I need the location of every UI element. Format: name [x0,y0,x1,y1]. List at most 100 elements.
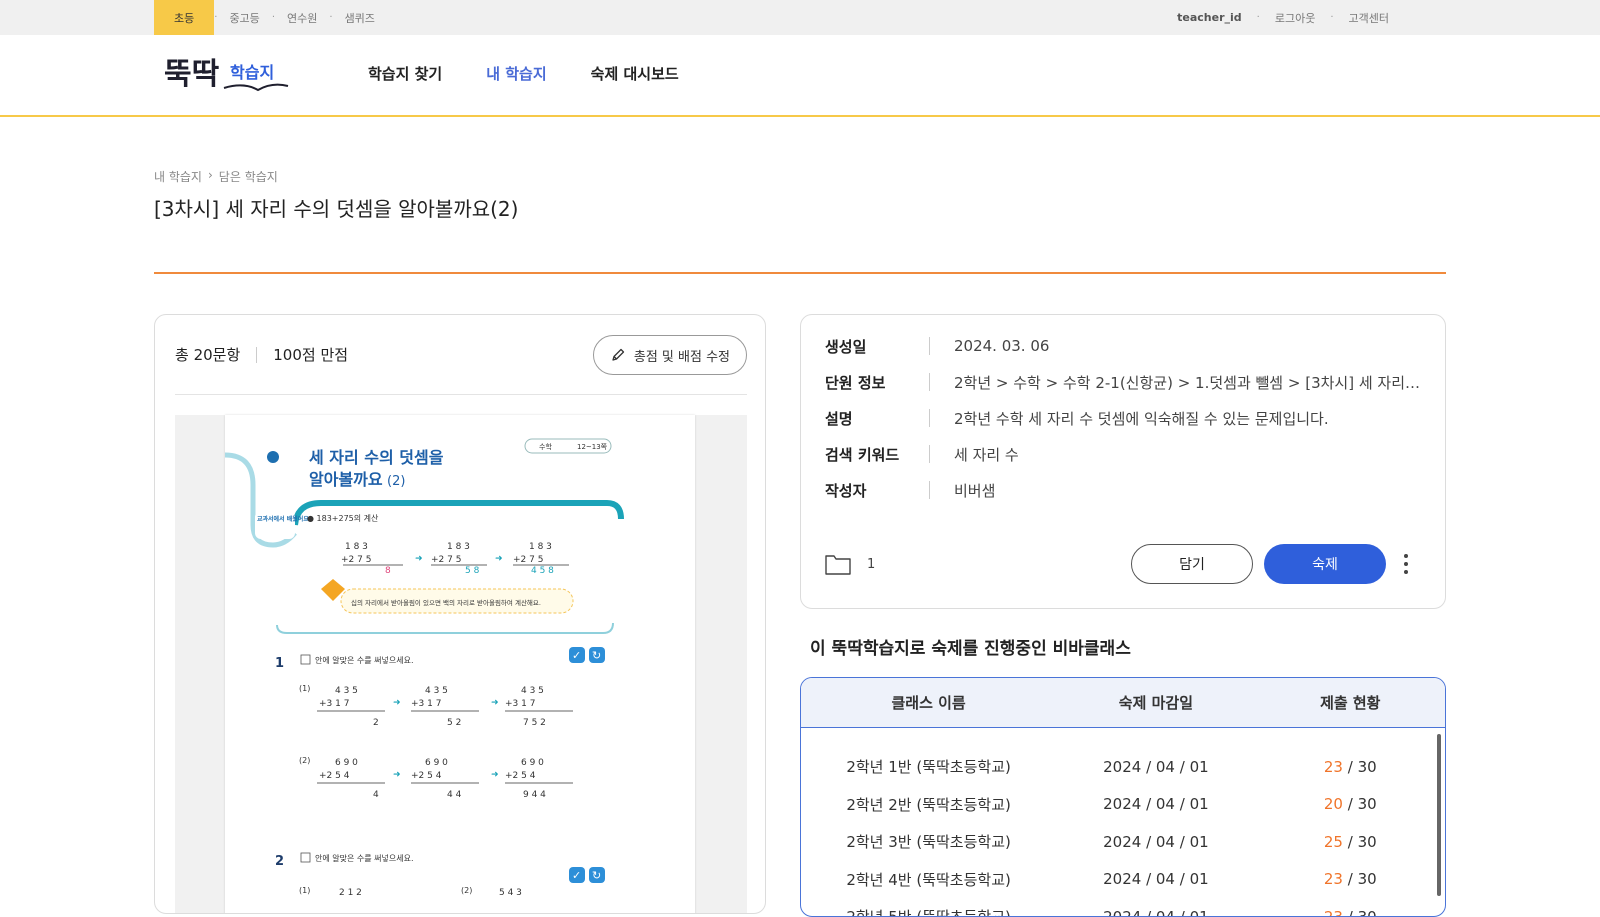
header-submission: 제출 현황 [1320,694,1381,712]
svg-text:(1): (1) [299,684,310,693]
svg-text:2: 2 [373,718,379,728]
worksheet-info-card: 생성일 2024. 03. 06 단원 정보 2학년 > 수학 > 수학 2-1… [800,314,1446,609]
svg-text:안에 알맞은 수를 써넣으세요.: 안에 알맞은 수를 써넣으세요. [315,655,414,665]
svg-text:7 5 2: 7 5 2 [523,718,546,728]
submission-status: 23 / 30 [1323,907,1377,917]
nav-homework-dashboard[interactable]: 숙제 대시보드 [591,63,679,84]
main-header: 뚝딱 학습지 학습지 찾기 내 학습지 숙제 대시보드 [0,35,1600,117]
edit-score-button[interactable]: 총점 및 배점 수정 [592,335,747,375]
svg-text:2: 2 [275,854,284,869]
svg-text:학습지: 학습지 [230,63,274,82]
svg-text:9 4 4: 9 4 4 [523,790,546,800]
folder-icon [825,555,851,575]
svg-text:4 3 5: 4 3 5 [521,686,544,696]
table-row[interactable]: 2학년 4반 (뚝딱초등학교) 2024 / 04 / 01 23 / 30 [801,861,1445,899]
pencil-icon [612,348,625,361]
classes-section-title: 이 뚝딱학습지로 숙제를 진행중인 비바클래스 [810,639,1131,659]
svg-text:6 9 0: 6 9 0 [425,758,448,768]
folder-count[interactable]: 1 [825,553,875,575]
table-row[interactable]: 2학년 2반 (뚝딱초등학교) 2024 / 04 / 01 20 / 30 [801,786,1445,824]
level-tabs: 초등 · 중고등 · 연수원 · 샘퀴즈 [154,0,387,35]
submission-status: 23 / 30 [1323,757,1377,776]
svg-text:+2 5 4: +2 5 4 [319,771,350,781]
level-tab-quiz[interactable]: 샘퀴즈 [333,0,387,35]
info-row-unit: 단원 정보 2학년 > 수학 > 수학 2-1(신항균) > 1.덧셈과 뺄셈 … [825,373,1424,392]
svg-text:십의 자리에서 받아올림이 있으면 백의 자리로 받아올림하: 십의 자리에서 받아올림이 있으면 백의 자리로 받아올림하여 계산해요. [351,598,541,607]
class-name: 2학년 4반 (뚝딱초등학교) [846,870,1011,889]
info-row-created: 생성일 2024. 03. 06 [825,337,1050,356]
svg-text:➜: ➜ [393,770,401,780]
submission-status: 23 / 30 [1323,870,1377,889]
svg-text:+2 5 4: +2 5 4 [411,771,442,781]
table-row[interactable]: 2학년 5반 (뚝딱초등학교) 2024 / 04 / 01 23 / 30 [801,898,1445,917]
svg-text:4 5 8: 4 5 8 [531,566,554,576]
class-name: 2학년 2반 (뚝딱초등학교) [846,795,1011,814]
svg-text:4 4: 4 4 [447,790,462,800]
class-name: 2학년 1반 (뚝딱초등학교) [846,758,1011,777]
logo-mark: 뚝딱 학습지 [164,57,289,92]
user-links: teacher_id · 로그아웃 · 고객센터 [1162,0,1404,35]
due-date: 2024 / 04 / 01 [1103,907,1209,917]
folder-count-value: 1 [867,556,876,572]
save-button[interactable]: 담기 [1131,544,1253,584]
svg-text:+3 1 7: +3 1 7 [319,699,349,709]
submission-status: 20 / 30 [1323,795,1377,814]
breadcrumb: 내 학습지 › 담은 학습지 [154,168,278,185]
svg-text:12~13쪽: 12~13쪽 [577,443,608,451]
due-date: 2024 / 04 / 01 [1103,795,1209,814]
worksheet-page-image: 세 자리 수의 덧셈을 알아볼까요 (2) 수학 12~13쪽 교과서에서 배웠… [224,438,624,898]
submission-status: 25 / 30 [1323,832,1377,851]
top-utility-bar: 초등 · 중고등 · 연수원 · 샘퀴즈 teacher_id · 로그아웃 ·… [0,0,1600,35]
level-tab-secondary[interactable]: 중고등 [217,0,271,35]
breadcrumb-my-worksheet[interactable]: 내 학습지 [154,168,202,185]
svg-text:1 8 3: 1 8 3 [447,542,470,552]
svg-text:1 8 3: 1 8 3 [529,542,552,552]
nav-my-worksheet[interactable]: 내 학습지 [486,63,546,84]
level-tab-training[interactable]: 연수원 [275,0,329,35]
svg-text:➜: ➜ [415,554,423,564]
info-row-author: 작성자 비버샘 [825,481,996,500]
svg-text:✓: ✓ [572,649,581,662]
worksheet-preview[interactable]: 세 자리 수의 덧셈을 알아볼까요 (2) 수학 12~13쪽 교과서에서 배웠… [175,415,747,913]
svg-text:4 3 5: 4 3 5 [425,686,448,696]
svg-text:+2 7 5: +2 7 5 [513,555,543,565]
svg-text:● 183+275의 계산: ● 183+275의 계산 [307,513,379,523]
due-date: 2024 / 04 / 01 [1103,832,1209,851]
worksheet-page: 세 자리 수의 덧셈을 알아볼까요 (2) 수학 12~13쪽 교과서에서 배웠… [224,415,695,913]
support-link[interactable]: 고객센터 [1334,10,1404,26]
user-id[interactable]: teacher_id [1162,11,1257,24]
table-scrollbar[interactable] [1437,734,1441,896]
table-header: 클래스 이름 숙제 마감일 제출 현황 [801,678,1445,728]
svg-text:+2 5 4: +2 5 4 [505,771,536,781]
svg-text:↻: ↻ [592,649,601,662]
logo[interactable]: 뚝딱 학습지 [164,52,294,96]
table-row[interactable]: 2학년 3반 (뚝딱초등학교) 2024 / 04 / 01 25 / 30 [801,823,1445,861]
svg-text:8: 8 [385,566,391,576]
homework-button[interactable]: 숙제 [1264,544,1386,584]
level-tab-elementary[interactable]: 초등 [154,0,215,35]
svg-text:➜: ➜ [491,770,499,780]
chevron-right-icon: › [207,168,213,182]
svg-text:4 3 5: 4 3 5 [335,686,358,696]
svg-text:(2): (2) [299,756,310,765]
svg-text:6 9 0: 6 9 0 [335,758,358,768]
header-class-name: 클래스 이름 [891,694,966,712]
class-name: 2학년 5반 (뚝딱초등학교) [801,906,1056,916]
class-name: 2학년 3반 (뚝딱초등학교) [846,833,1011,852]
due-date: 2024 / 04 / 01 [1103,757,1209,776]
more-options-icon[interactable] [1399,549,1413,579]
svg-text:수학: 수학 [539,442,552,451]
breadcrumb-saved-worksheet[interactable]: 담은 학습지 [219,168,278,185]
svg-text:(1): (1) [299,886,310,895]
svg-text:➜: ➜ [495,554,503,564]
svg-text:+2 7 5: +2 7 5 [431,555,461,565]
info-row-description: 설명 2학년 수학 세 자리 수 덧셈에 익숙해질 수 있는 문제입니다. [825,409,1329,428]
full-score: 100점 만점 [273,346,349,364]
logout-link[interactable]: 로그아웃 [1260,10,1330,26]
svg-text:+2 7 5: +2 7 5 [341,555,371,565]
svg-text:4: 4 [373,790,379,800]
svg-text:6 9 0: 6 9 0 [521,758,544,768]
nav-find-worksheet[interactable]: 학습지 찾기 [368,63,442,84]
svg-text:안에 알맞은 수를 써넣으세요.: 안에 알맞은 수를 써넣으세요. [315,853,414,863]
table-row[interactable]: 2학년 1반 (뚝딱초등학교) 2024 / 04 / 01 23 / 30 [801,748,1445,786]
